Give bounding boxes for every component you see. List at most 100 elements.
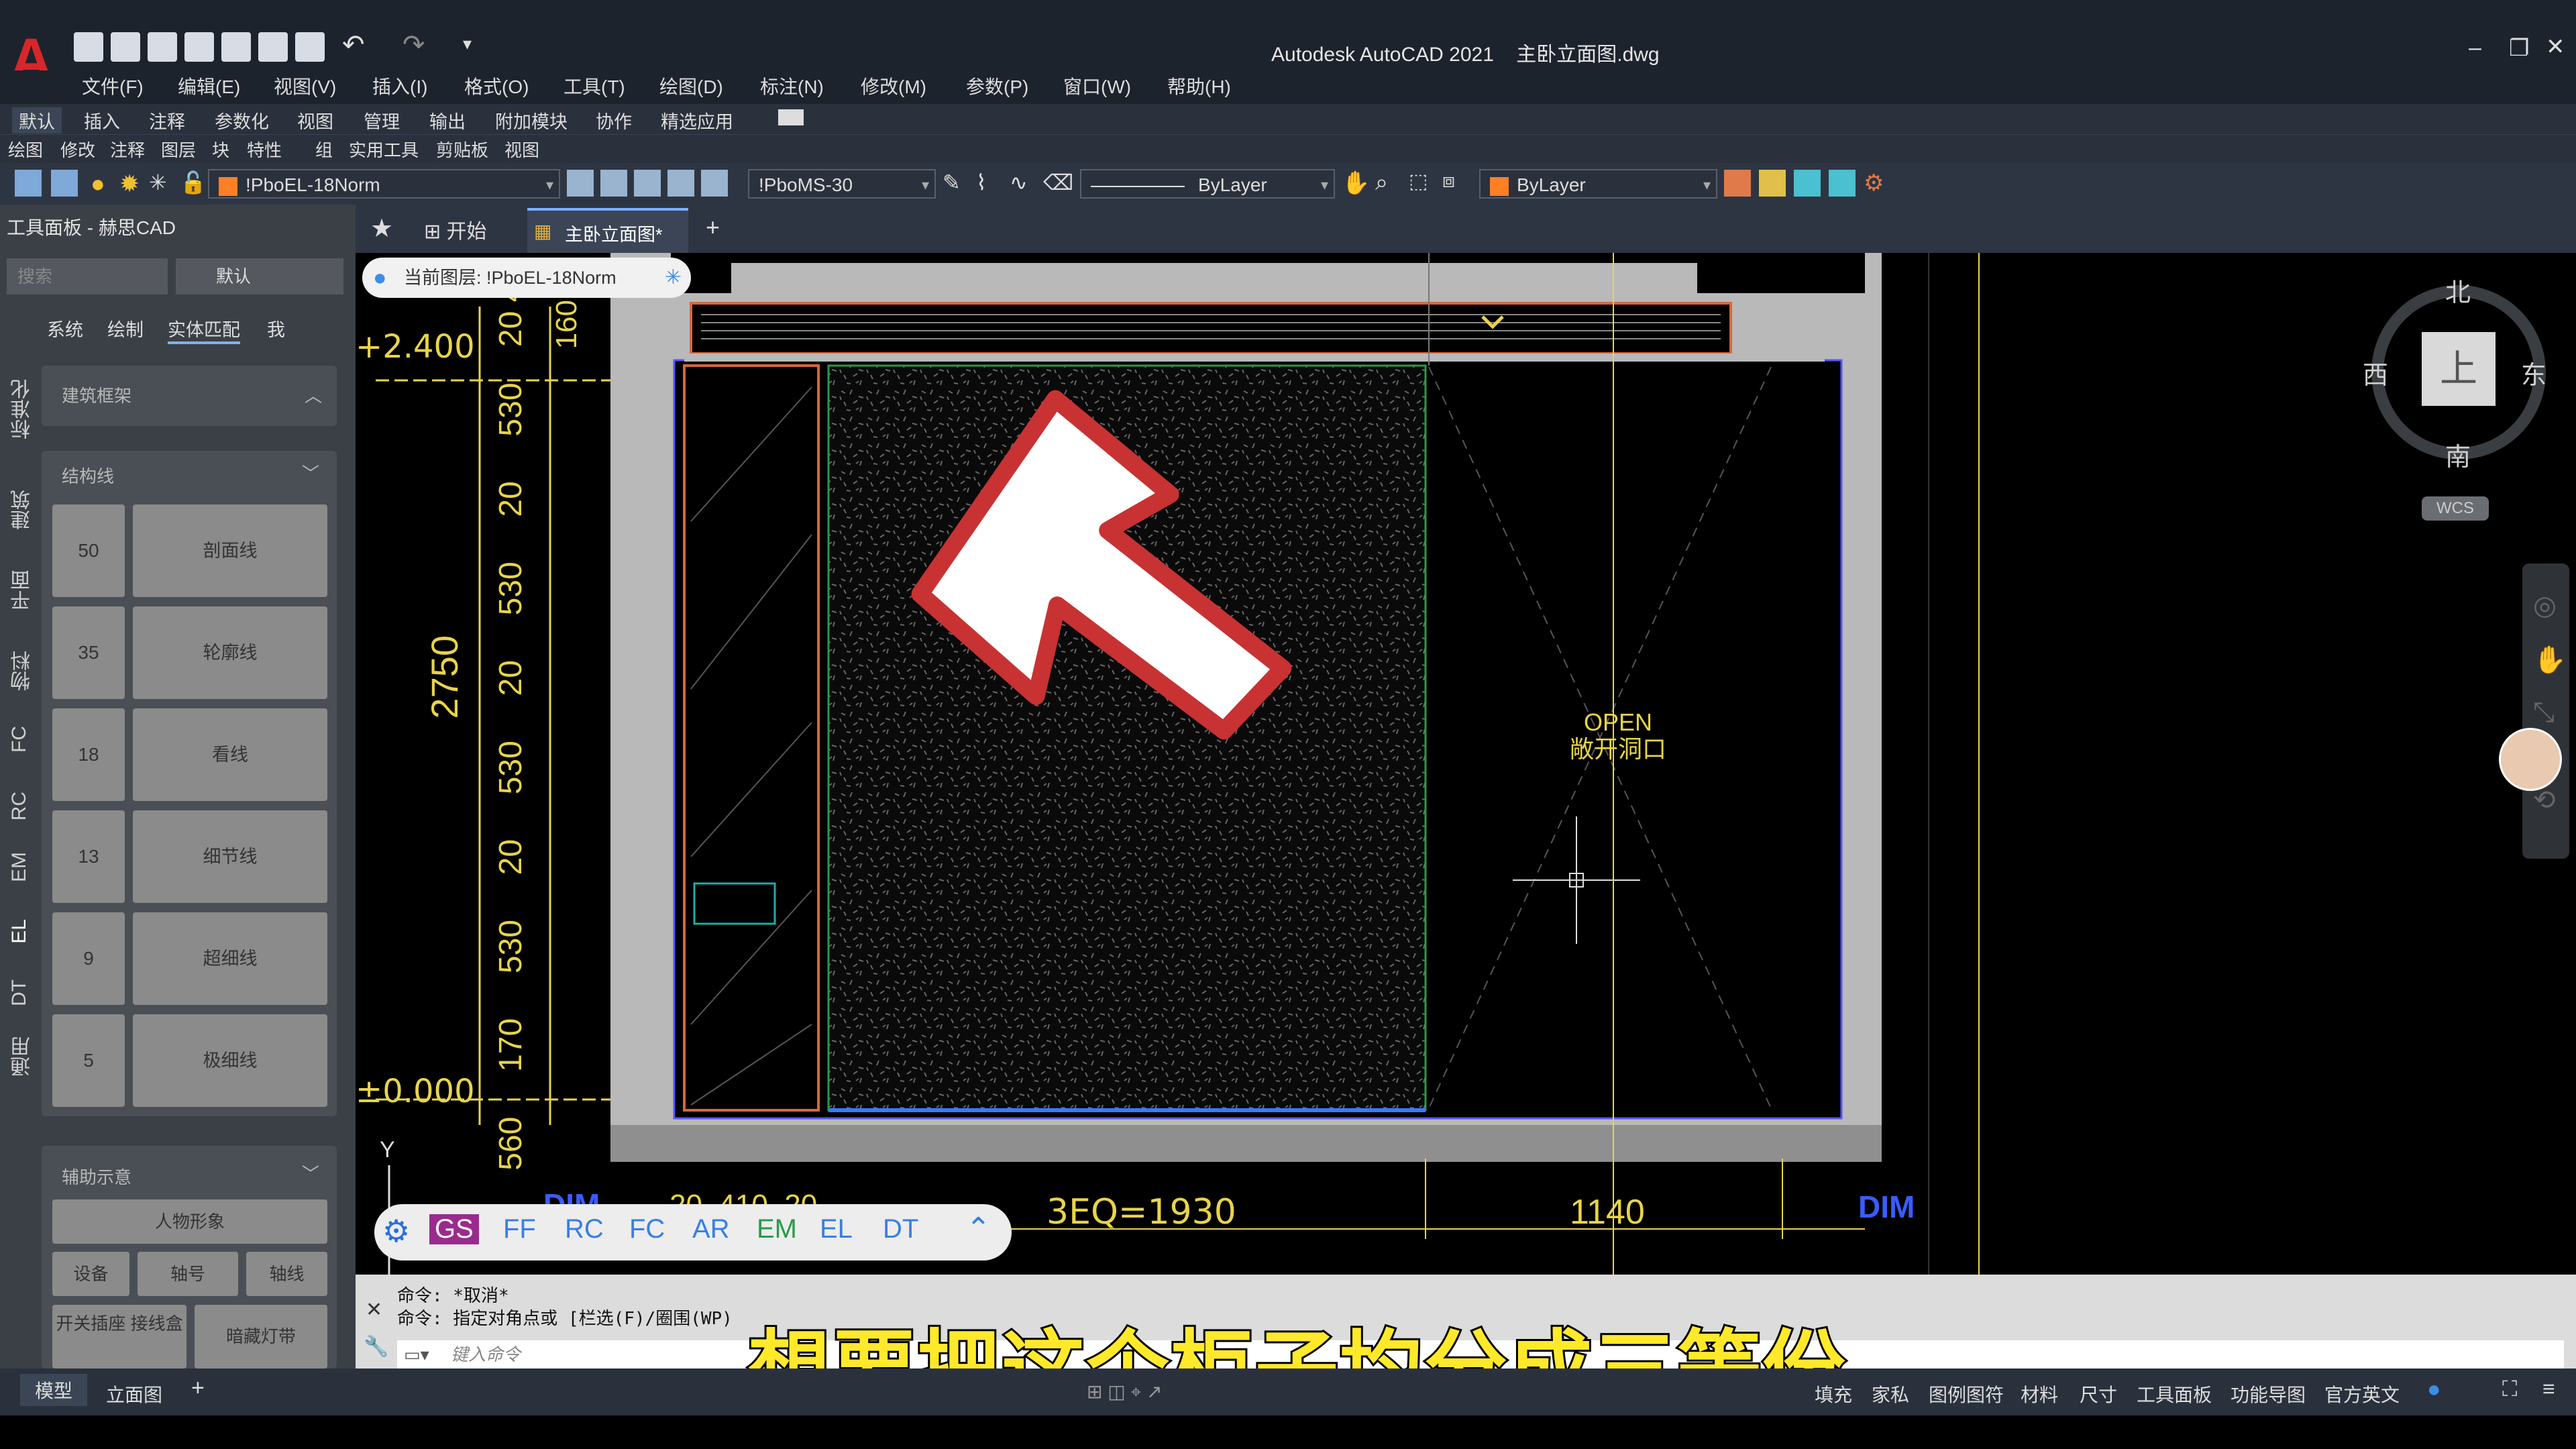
layer-previous-icon[interactable] [600, 170, 627, 197]
lineweight-superfine-button[interactable]: 超细线 [133, 912, 327, 1005]
layout-tab-model[interactable]: 模型 [20, 1374, 88, 1406]
status-legend[interactable]: 图例图符 [1929, 1381, 2004, 1407]
table-icon[interactable] [1794, 170, 1821, 197]
sun-icon[interactable]: ✹ [119, 170, 146, 197]
menu-edit[interactable]: 编辑(E) [178, 72, 240, 99]
add-layout-plus-icon[interactable]: + [191, 1375, 205, 1401]
lineweight-50-num[interactable]: 50 [52, 504, 125, 597]
wrench-icon[interactable]: 🔧 [364, 1335, 388, 1358]
panel-properties[interactable]: 特性 [247, 137, 282, 162]
lineweight-18-num[interactable]: 18 [52, 708, 125, 801]
collapse-up-icon[interactable]: ⌃ [966, 1212, 991, 1246]
ribbon-tab-view[interactable]: 视图 [297, 107, 333, 133]
menu-file[interactable]: 文件(F) [82, 72, 144, 99]
panel-block[interactable]: 块 [212, 137, 229, 162]
person-figure-button[interactable]: 人物形象 [52, 1199, 327, 1244]
wcs-dropdown[interactable]: WCS [2422, 496, 2489, 521]
status-function-map[interactable]: 功能导图 [2231, 1381, 2306, 1407]
save-as-icon[interactable] [184, 32, 214, 62]
ribbon-toggle-icon[interactable] [778, 109, 804, 125]
ribbon-tab-featured[interactable]: 精选应用 [661, 107, 733, 133]
vtab-fc[interactable]: FC [8, 726, 31, 753]
vtab-architecture[interactable]: 建筑 [8, 490, 38, 530]
active-drawing-tab[interactable]: ▦ 主卧立面图* [527, 208, 688, 253]
chevron-down-icon[interactable]: ﹀ [302, 1161, 319, 1185]
switch-socket-button[interactable]: 开关插座 接线盒 [52, 1305, 186, 1368]
color-dropdown[interactable]: ByLayer ▾ [1479, 169, 1717, 199]
quick-el[interactable]: EL [820, 1214, 853, 1244]
quick-gs[interactable]: GS [429, 1214, 479, 1244]
curve-icon[interactable]: ∿ [1010, 170, 1036, 197]
palette-tab-draw[interactable]: 绘制 [107, 315, 144, 341]
palette-tab-system[interactable]: 系统 [47, 315, 83, 341]
layer-state-icon[interactable] [51, 170, 78, 197]
zoom-window-icon[interactable]: ⬚ [1409, 170, 1436, 197]
zoom-extents-icon[interactable]: ⧈ [1442, 170, 1469, 197]
equipment-button[interactable]: 设备 [52, 1252, 129, 1296]
insert-block-icon[interactable] [1759, 170, 1786, 197]
lock-icon[interactable]: 🔓 [180, 170, 207, 197]
lightbulb-icon[interactable]: ● [91, 170, 117, 197]
menu-view[interactable]: 视图(V) [274, 72, 336, 99]
menu-window[interactable]: 窗口(W) [1063, 72, 1131, 99]
vtab-rc[interactable]: RC [8, 792, 31, 820]
text-style-dropdown[interactable]: !PboMS-30 ▾ [748, 169, 936, 199]
polyline-icon[interactable]: ⌇ [976, 170, 1003, 197]
lineweight-visible-button[interactable]: 看线 [133, 708, 327, 801]
pan-hand-icon[interactable]: ✋ [1342, 170, 1370, 197]
panel-group[interactable]: 组 [315, 137, 333, 162]
open-web-icon[interactable] [221, 32, 251, 62]
status-furniture[interactable]: 家私 [1872, 1381, 1909, 1407]
viewcube-top-face[interactable]: 上 [2422, 332, 2496, 406]
ribbon-tab-insert[interactable]: 插入 [84, 107, 120, 133]
menu-tools[interactable]: 工具(T) [564, 72, 625, 99]
new-file-icon[interactable] [74, 32, 103, 62]
compass-north[interactable]: 北 [2445, 272, 2471, 309]
status-dimension[interactable]: 尺寸 [2080, 1381, 2117, 1407]
quick-rc[interactable]: RC [565, 1214, 604, 1244]
command-close-icon[interactable]: ✕ [366, 1298, 382, 1322]
customize-menu-icon[interactable]: ≡ [2542, 1377, 2555, 1401]
redo-icon[interactable]: ↷ [402, 30, 425, 60]
palette-default-dropdown[interactable]: 默认 [176, 258, 343, 294]
quick-dt[interactable]: DT [883, 1214, 918, 1244]
snap-mode-icons[interactable]: ⊞ ◫ ⌖ ↗ [1087, 1381, 1162, 1403]
vtab-dt[interactable]: DT [8, 979, 31, 1006]
quick-ff[interactable]: FF [503, 1214, 536, 1244]
ribbon-tab-collaborate[interactable]: 协作 [596, 107, 632, 133]
refresh-icon[interactable]: ✳ [665, 258, 682, 298]
close-icon[interactable]: ✕ [2546, 34, 2565, 60]
minimize-icon[interactable]: – [2469, 35, 2481, 61]
lineweight-section-button[interactable]: 剖面线 [133, 504, 327, 597]
settings-gear-icon[interactable]: ⚙ [1864, 170, 1890, 197]
status-tool-palette[interactable]: 工具面板 [2137, 1381, 2212, 1407]
panel-draw[interactable]: 绘图 [8, 137, 43, 162]
lineweight-detail-button[interactable]: 细节线 [133, 810, 327, 903]
compass-south[interactable]: 南 [2445, 436, 2471, 473]
pen-icon[interactable]: ✎ [943, 170, 969, 197]
chevron-down-icon[interactable]: ﹀ [302, 460, 319, 485]
vtab-standard[interactable]: 标准化 [8, 379, 38, 439]
pan-icon[interactable]: ✋ [2533, 644, 2567, 676]
match-layer-icon[interactable] [567, 170, 594, 197]
vtab-el[interactable]: EL [8, 919, 31, 944]
axis-line-button[interactable]: 轴线 [246, 1252, 327, 1296]
open-file-icon[interactable] [111, 32, 140, 62]
help-info-icon[interactable]: ● [2427, 1377, 2441, 1403]
vtab-plan[interactable]: 平面 [8, 570, 38, 610]
eraser-icon[interactable]: ⌫ [1043, 170, 1073, 197]
command-prompt-icon[interactable]: ▭▾ [404, 1340, 429, 1368]
menu-dimension[interactable]: 标注(N) [760, 72, 824, 99]
ribbon-tab-parametric[interactable]: 参数化 [215, 107, 269, 133]
menu-modify[interactable]: 修改(M) [861, 72, 926, 99]
isolate-layer-icon[interactable] [634, 170, 661, 197]
ribbon-tab-default[interactable]: 默认 [12, 107, 62, 133]
quick-fc[interactable]: FC [629, 1214, 665, 1244]
panel-annotate[interactable]: 注释 [110, 137, 145, 162]
steering-wheel-icon[interactable]: ◎ [2533, 590, 2557, 621]
menu-parametric[interactable]: 参数(P) [966, 72, 1028, 99]
quick-em[interactable]: EM [757, 1214, 797, 1244]
palette-search-input[interactable]: 搜索 [7, 258, 168, 294]
save-web-icon[interactable] [258, 32, 288, 62]
block-editor-icon[interactable] [1724, 170, 1751, 197]
